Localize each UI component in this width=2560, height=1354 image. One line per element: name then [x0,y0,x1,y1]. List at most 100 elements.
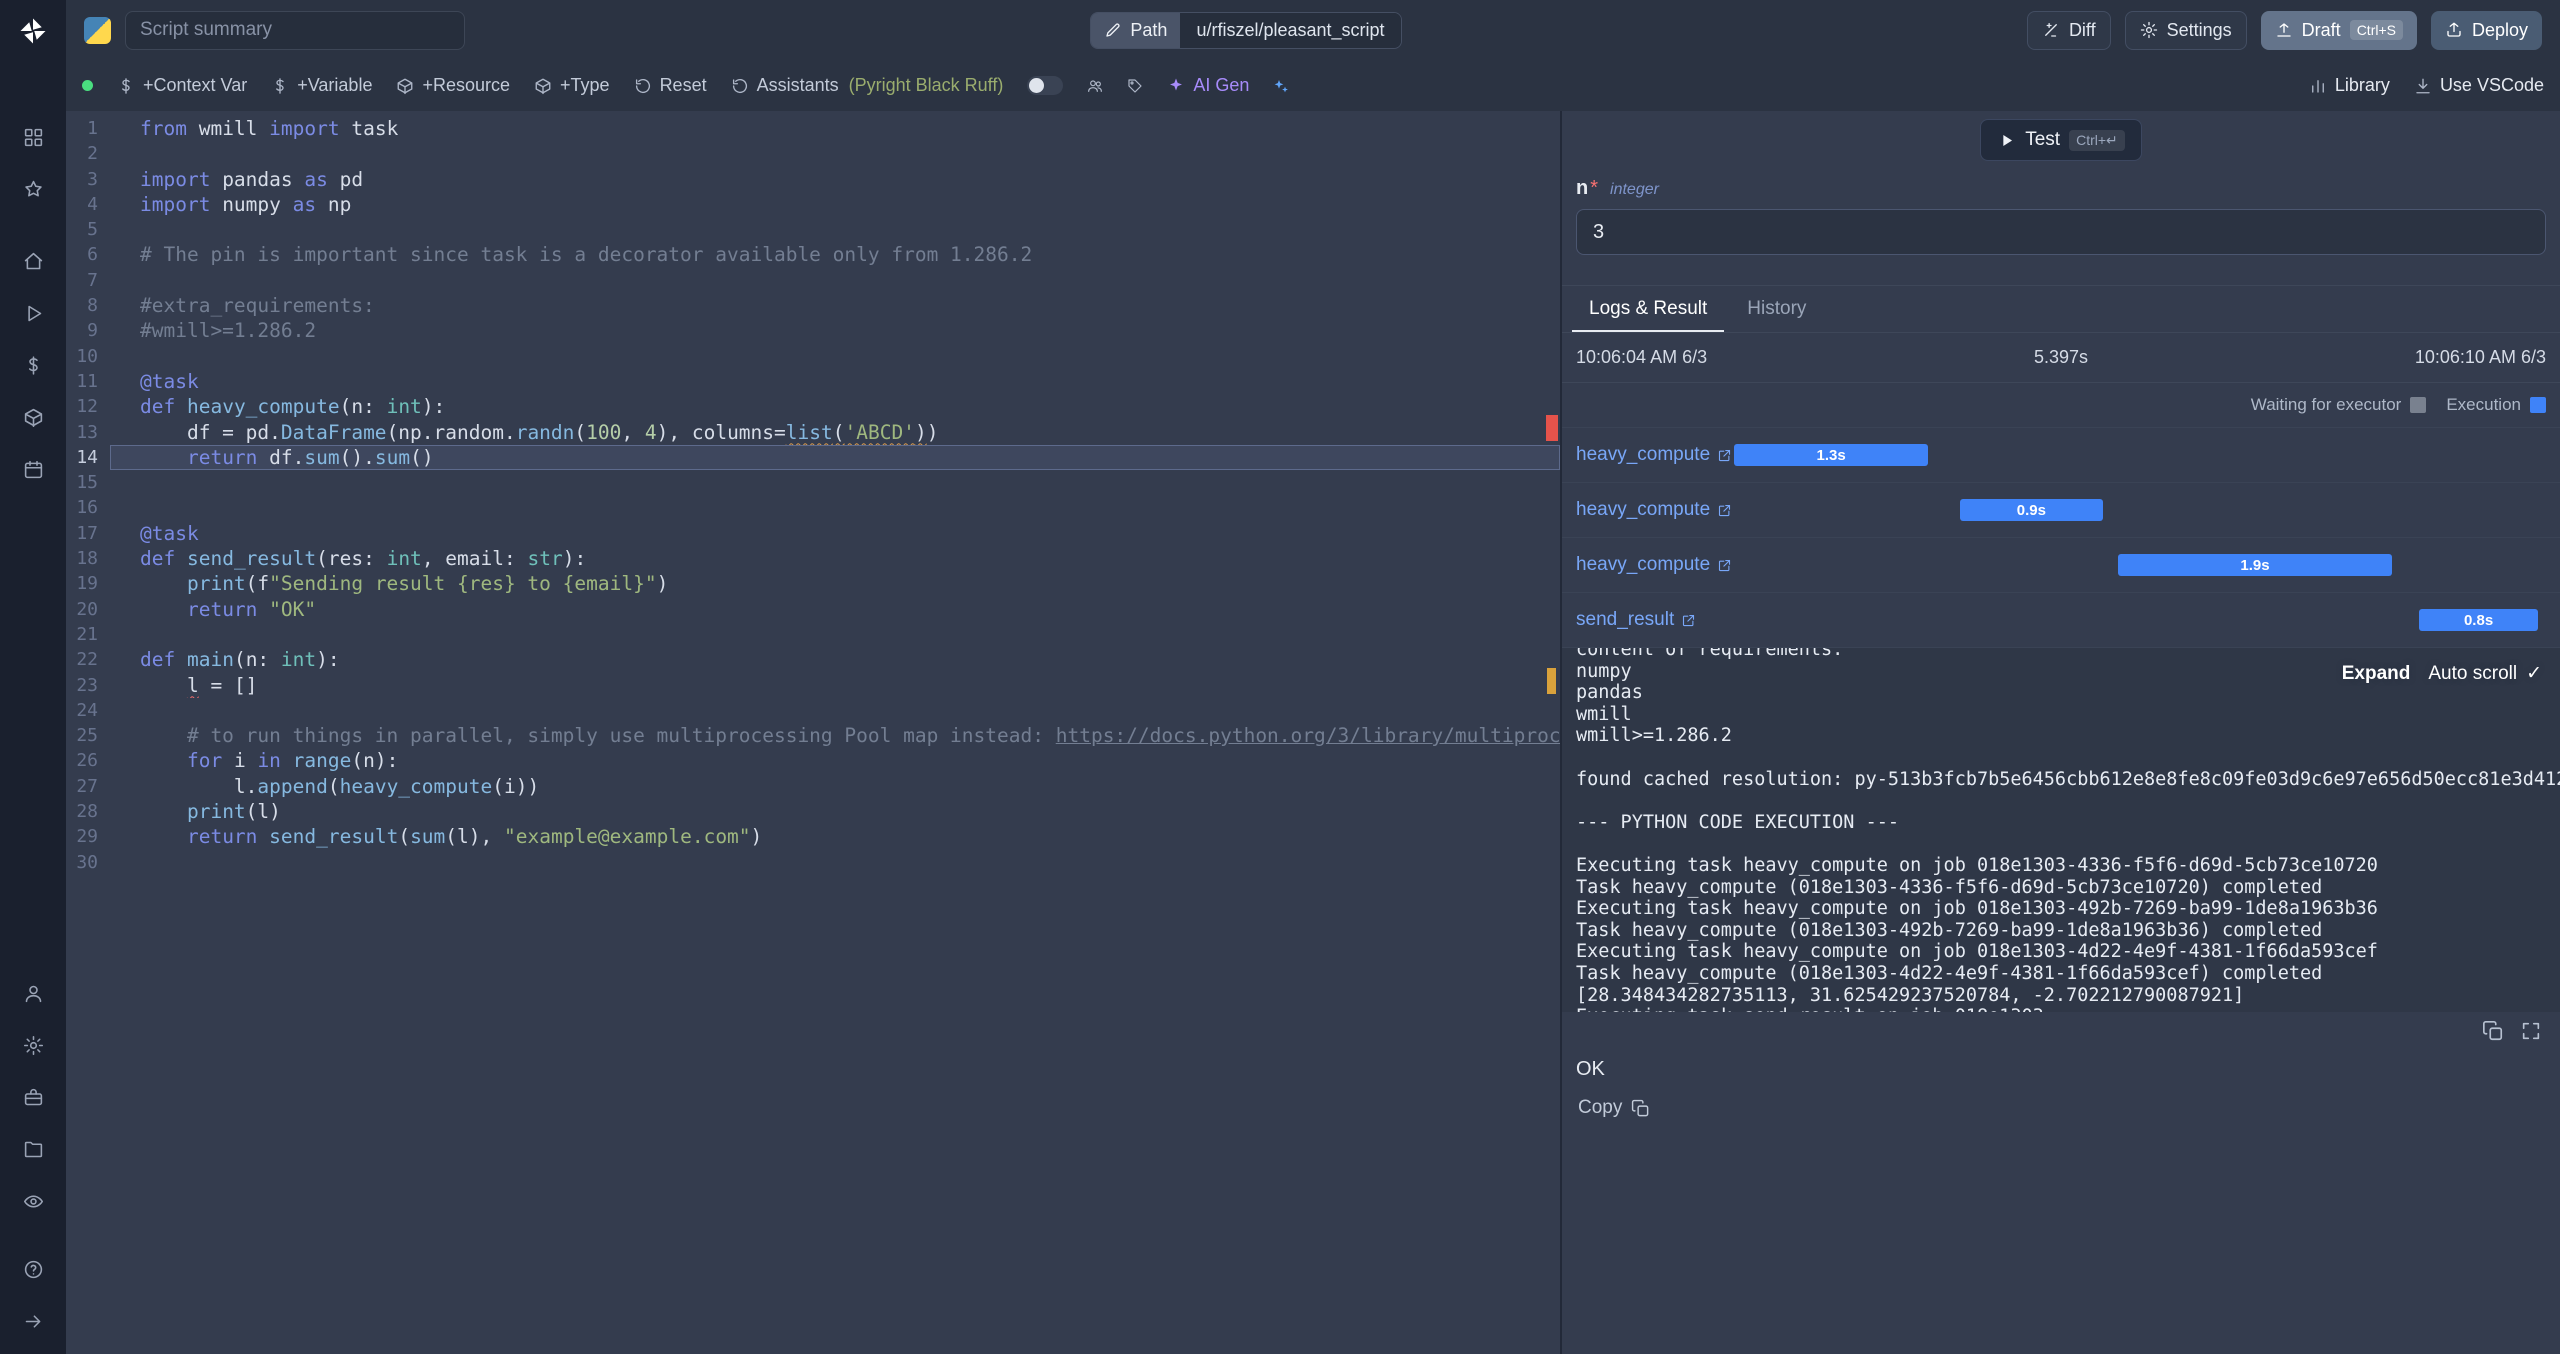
execution-bar: 1.9s [2118,554,2392,576]
external-link-icon [1717,448,1732,463]
line-number: 1 [87,118,98,139]
ai-sparkles-icon[interactable] [1273,78,1289,94]
assistants-toggle[interactable] [1027,76,1064,95]
test-shortcut: Ctrl+↵ [2069,129,2125,151]
deploy-label: Deploy [2471,19,2529,40]
account-icon[interactable] [12,974,54,1012]
tab-history[interactable]: History [1730,286,1823,332]
line-number: 13 [76,421,98,443]
fullscreen-icon[interactable] [2520,1020,2542,1042]
path-edit-segment[interactable]: Path [1091,12,1181,48]
path-editor[interactable]: Path u/rfiszel/pleasant_script [1090,11,1402,49]
topbar: Path u/rfiszel/pleasant_script Diff Sett… [66,0,2560,60]
task-run-link[interactable]: heavy_compute [1576,499,1732,521]
code-line: 6 # The pin is important since task is a … [66,242,1560,267]
settings-button[interactable]: Settings [2124,10,2247,50]
add-type-button[interactable]: +Type [534,75,610,96]
add-resource-button[interactable]: +Resource [396,75,510,96]
cube-icon [534,77,552,95]
line-number: 30 [76,851,98,873]
line-number: 11 [76,370,98,392]
code-line: 18 def send_result(res: int, email: str): [66,546,1560,571]
expand-logs-button[interactable]: Expand [2342,663,2411,685]
workspace-settings-icon[interactable] [12,1026,54,1064]
favorites-icon[interactable] [12,170,54,208]
line-number: 25 [76,725,98,747]
test-button[interactable]: Test Ctrl+↵ [1980,119,2142,161]
ai-gen-button[interactable]: AI Gen [1167,75,1249,96]
apps-icon[interactable] [12,118,54,156]
code-line: 30 [66,850,1560,875]
line-number: 28 [76,801,98,823]
arg-n-input[interactable] [1576,209,2546,255]
code-line: 25 # to run things in parallel, simply u… [66,723,1560,748]
code-editor[interactable]: 1 from wmill import task 2 3 import pandas a… [66,111,1560,1354]
path-label: Path [1130,19,1168,40]
test-panel: Test Ctrl+↵ n * integer Logs & Result Hi… [1560,111,2560,1354]
add-context-var-button[interactable]: +Context Var [117,75,247,96]
folders-icon[interactable] [12,1130,54,1168]
play-icon [1997,131,2016,150]
code-line: 17 @task [66,521,1560,546]
autoscroll-toggle[interactable]: Auto scroll ✓ [2428,662,2542,685]
task-run-link[interactable]: send_result [1576,609,1696,631]
line-number: 8 [87,295,98,317]
line-number: 10 [76,345,98,367]
deploy-button[interactable]: Deploy [2430,10,2543,50]
log-output[interactable]: content of requirements: numpy pandas wm… [1562,648,2560,1012]
line-number: 19 [76,573,98,595]
reset-button[interactable]: Reset [634,75,707,96]
task-run-link[interactable]: heavy_compute [1576,554,1732,576]
warning-marker [1547,668,1556,694]
tag-icon[interactable] [1127,78,1143,94]
tab-logs-result[interactable]: Logs & Result [1572,286,1725,332]
line-number: 22 [76,649,98,671]
code-line: 20 return "OK" [66,597,1560,622]
variables-icon[interactable] [12,346,54,384]
assistants-button[interactable]: Assistants (Pyright Black Ruff) [731,75,1004,96]
code-line: 3 import pandas as pd [66,167,1560,192]
line-number: 4 [87,193,98,215]
windmill-app: Path u/rfiszel/pleasant_script Diff Sett… [0,0,2560,1354]
add-variable-button[interactable]: +Variable [271,75,372,96]
error-marker [1546,415,1558,441]
collaborators-icon[interactable] [1087,78,1103,94]
expand-sidebar-icon[interactable] [12,1302,54,1340]
gear-icon [2140,21,2158,39]
draft-button[interactable]: Draft Ctrl+S [2260,10,2417,50]
legend-waiting: Waiting for executor [2251,395,2427,415]
log-overlay: Expand Auto scroll ✓ [2342,662,2542,685]
diff-icon [2042,21,2060,39]
task-run-link[interactable]: heavy_compute [1576,444,1732,466]
copy-result-button[interactable]: Copy [1570,1091,2552,1125]
log-text: content of requirements: numpy pandas wm… [1576,648,2560,1012]
run-times: 10:06:04 AM 6/3 5.397s 10:06:10 AM 6/3 [1562,332,2560,383]
arg-name: n [1576,177,1589,199]
line-number: 20 [76,598,98,620]
external-link-icon [1717,503,1732,518]
line-number: 23 [76,674,98,696]
audit-logs-icon[interactable] [12,1182,54,1220]
code-line: 10 [66,344,1560,369]
content: 1 from wmill import task 2 3 import pandas a… [66,111,2560,1354]
assistants-status: (Pyright Black Ruff) [848,75,1004,95]
runs-icon[interactable] [12,294,54,332]
line-number: 3 [87,168,98,190]
reset-icon [634,77,652,95]
use-vscode-button[interactable]: Use VSCode [2414,75,2544,96]
script-summary-input[interactable] [125,10,465,50]
line-number: 18 [76,548,98,570]
draft-shortcut: Ctrl+S [2349,20,2403,40]
workers-icon[interactable] [12,1078,54,1116]
diff-button[interactable]: Diff [2026,10,2111,50]
copy-logs-icon[interactable] [2482,1020,2504,1042]
code-line: 14 return df.sum().sum() [66,444,1560,471]
help-icon[interactable] [12,1250,54,1288]
windmill-logo-icon[interactable] [12,12,54,50]
line-number: 5 [87,219,98,241]
resources-icon[interactable] [12,398,54,436]
home-icon[interactable] [12,242,54,280]
schedules-icon[interactable] [12,450,54,488]
library-button[interactable]: Library [2309,75,2390,96]
line-number: 2 [87,143,98,165]
